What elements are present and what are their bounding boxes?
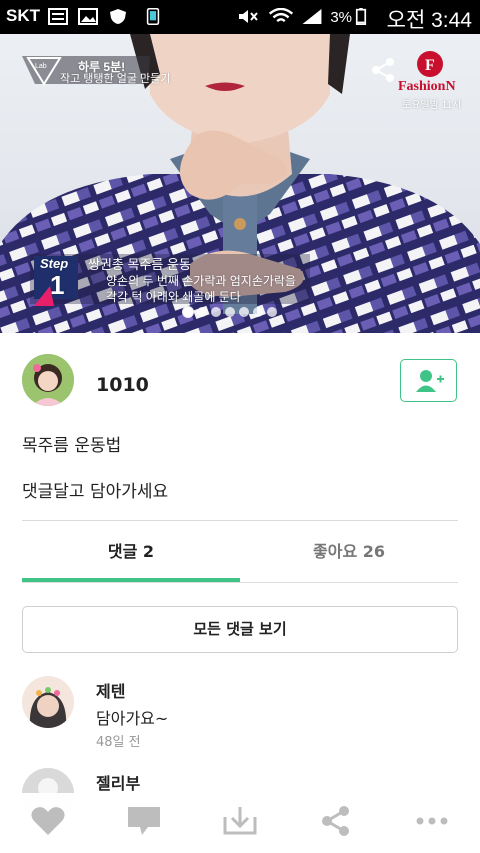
caption-line2: 각각 턱 아래와 쇄골에 둔다: [106, 290, 241, 304]
status-bar: SKT 3% 오전 3:44: [0, 0, 480, 34]
carousel-dot[interactable]: [239, 307, 249, 317]
avatar-image: [22, 354, 74, 406]
follow-button[interactable]: [400, 359, 457, 402]
step-label: Step: [40, 256, 69, 271]
avatar[interactable]: [22, 354, 74, 406]
corner-subtitle: 작고 탱탱한 얼굴 만들기: [60, 73, 171, 85]
carousel-dot[interactable]: [267, 307, 277, 317]
tab-divider: [22, 582, 458, 583]
comment-avatar[interactable]: [22, 676, 74, 728]
caption-title: 쌍권총 목주름 운동: [88, 257, 191, 272]
tab-likes[interactable]: 좋아요 26: [240, 532, 458, 582]
add-user-icon: [416, 370, 444, 392]
battery-icon: [355, 8, 367, 25]
brand-schedule: 토요일밤 11시: [402, 100, 462, 111]
tab-comments[interactable]: 댓글 2: [22, 532, 240, 582]
caption-line1: 양손의 두 번째 손가락과 엄지손가락을: [106, 274, 296, 288]
carousel-dot[interactable]: [183, 307, 193, 317]
bottom-action-bar: [0, 793, 480, 853]
heart-icon[interactable]: [30, 805, 66, 837]
username[interactable]: 1010: [96, 374, 149, 396]
comment-icon[interactable]: [126, 805, 162, 837]
notification-list-icon: [48, 8, 68, 25]
carousel-dot[interactable]: [211, 307, 221, 317]
step-number: 1: [50, 270, 65, 300]
comment-avatar-image: [22, 676, 74, 728]
more-icon[interactable]: [414, 805, 450, 837]
carousel-dot[interactable]: [253, 307, 263, 317]
active-tab-indicator: [22, 578, 240, 582]
brand-name: FashionN: [398, 79, 456, 94]
share-overlay-icon: [372, 58, 394, 82]
brand-logo-icon: F: [417, 51, 443, 77]
post-text-line1: 목주름 운동법: [22, 436, 122, 456]
svg-text:F: F: [425, 57, 435, 74]
mute-icon: [239, 10, 258, 23]
comment-text: 담아가요~: [96, 709, 169, 728]
show-logo-icon: Lab: [26, 57, 62, 86]
phone-icon: [146, 8, 160, 25]
comment-author[interactable]: 제텐: [96, 678, 125, 702]
carrier-label: SKT: [6, 6, 40, 25]
carousel-indicator: [183, 307, 277, 319]
carousel-dot[interactable]: [197, 307, 207, 317]
shield-icon: [110, 9, 126, 24]
comment-time: 48일 전: [96, 735, 141, 750]
download-icon[interactable]: [222, 805, 258, 837]
svg-text:Lab: Lab: [35, 63, 47, 70]
carousel-dot[interactable]: [225, 307, 235, 317]
gallery-icon: [78, 8, 98, 25]
post-image-carousel[interactable]: Lab 하루 5분! 작고 탱탱한 얼굴 만들기 F FashionN 토요일밤…: [0, 34, 480, 333]
battery-percent: 3%: [330, 9, 352, 26]
signal-icon: [302, 8, 322, 25]
divider: [22, 520, 458, 521]
view-all-comments-button[interactable]: 모든 댓글 보기: [22, 606, 458, 653]
clock: 오전 3:44: [386, 9, 472, 32]
post-text-line2: 댓글달고 담아가세요: [22, 482, 169, 502]
comment-author[interactable]: 젤리부: [96, 770, 140, 794]
wifi-icon: [268, 8, 294, 23]
share-icon[interactable]: [318, 805, 354, 837]
